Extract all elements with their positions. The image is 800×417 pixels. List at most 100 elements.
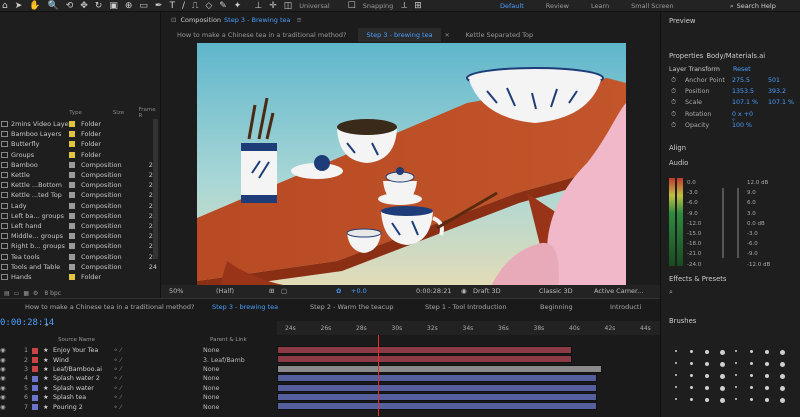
layer-transform-section[interactable]: Layer Transform (669, 66, 720, 73)
brush-tip[interactable] (690, 374, 693, 377)
layer-row[interactable]: ◉ 3 ★ Leaf/Bamboo.ai ⚬ ⁄ None (0, 365, 277, 374)
parent-link-header[interactable]: Parent & Link (210, 337, 247, 343)
project-item[interactable]: Tools and Table Composition 24 (0, 262, 161, 272)
project-item[interactable]: Left handComposition24 (0, 221, 161, 231)
layer-name[interactable]: Leaf/Bamboo.ai (53, 366, 113, 373)
exposure-value[interactable]: +0.0 (351, 287, 367, 295)
brush-tip[interactable] (675, 398, 677, 400)
label-color-swatch[interactable] (69, 192, 75, 199)
label-color-swatch[interactable] (69, 202, 75, 209)
property-value-1[interactable]: 107.1 % (732, 99, 758, 109)
timeline-tab-intro[interactable]: Introducti (610, 303, 641, 311)
parent-dropdown[interactable]: None (203, 394, 253, 401)
project-item[interactable]: Kettle ...BottomComposition24 (0, 180, 161, 190)
timeline-tab-step3[interactable]: Step 3 - brewing tea (212, 303, 278, 311)
layer-switches[interactable]: ⚬ ⁄ (113, 394, 143, 401)
layer-label-color[interactable] (32, 375, 38, 382)
new-folder-icon[interactable]: ▭ (14, 290, 20, 297)
label-color-swatch[interactable] (69, 151, 75, 158)
draft-3d-toggle[interactable]: Draft 3D (473, 287, 501, 295)
brush-tip[interactable] (780, 398, 785, 403)
brush-tip[interactable] (675, 350, 677, 352)
column-type[interactable]: Type (69, 110, 113, 116)
snap-icon[interactable]: ⟂ (401, 0, 407, 12)
layer-duration-bar[interactable] (277, 383, 597, 392)
project-item[interactable]: Right b... groupsComposition24 (0, 241, 161, 251)
parent-dropdown[interactable]: None (203, 366, 253, 373)
tab-chinese-tea[interactable]: How to make a Chinese tea in a tradition… (169, 28, 354, 42)
select-tool-icon[interactable]: ➤ (15, 0, 23, 12)
tab-step3-brewing[interactable]: Step 3 - brewing tea (358, 28, 441, 42)
layer-duration-bar[interactable] (277, 364, 602, 373)
brush-tip[interactable] (735, 374, 737, 376)
close-tab-icon[interactable]: ✕ (445, 32, 450, 39)
audio-panel-title[interactable]: Audio (669, 159, 688, 167)
project-item[interactable]: Groups Folder (0, 150, 161, 160)
type-tool-icon[interactable]: T (169, 0, 175, 12)
layer-row[interactable]: ◉ 6 ★ Splash tea ⚬ ⁄ None (0, 393, 277, 402)
parent-dropdown[interactable]: None (203, 375, 253, 382)
brush-tip[interactable] (780, 350, 785, 355)
layer-name[interactable]: Enjoy Your Tea (53, 347, 113, 354)
property-value-1[interactable]: 0 x +0 ° (732, 111, 758, 125)
timeline-tab-chinese-tea[interactable]: How to make a Chinese tea in a tradition… (25, 303, 194, 311)
layer-duration-bar[interactable] (277, 402, 597, 411)
timeline-tab-step2[interactable]: Step 2 - Warm the teacup (310, 303, 394, 311)
stopwatch-icon[interactable]: ⏱ (671, 99, 685, 109)
search-help-field[interactable]: ⌕ Search Help (730, 2, 798, 11)
active-camera-dropdown[interactable]: Active Camer... (594, 287, 643, 295)
stopwatch-icon[interactable]: ⏱ (671, 111, 685, 121)
visibility-eye-icon[interactable]: ◉ (0, 357, 14, 364)
layer-label-color[interactable] (32, 357, 38, 364)
preview-panel-title[interactable]: Preview (669, 17, 695, 25)
rectangle-tool-icon[interactable]: ▭ (139, 0, 148, 12)
layer-row[interactable]: ◉ 5 ★ Splash water ⚬ ⁄ None (0, 384, 277, 393)
label-color-swatch[interactable] (69, 172, 75, 179)
reset-button[interactable]: Reset (733, 66, 751, 73)
brush-tip[interactable] (690, 362, 693, 365)
interpret-footage-icon[interactable]: ▤ (4, 290, 10, 297)
layer-switches[interactable]: ⚬ ⁄ (113, 404, 143, 411)
brush-tip[interactable] (675, 362, 677, 364)
brush-tip[interactable] (720, 362, 725, 367)
brush-tip[interactable] (750, 374, 753, 377)
property-value-2[interactable]: 501 (768, 77, 794, 87)
rotate-tool-icon[interactable]: ↻ (95, 0, 103, 12)
pan-behind-tool-icon[interactable]: ⊕ (125, 0, 133, 12)
properties-panel-title[interactable]: Properties (669, 52, 703, 60)
label-color-swatch[interactable] (69, 222, 75, 229)
visibility-eye-icon[interactable]: ◉ (0, 404, 14, 411)
new-composition-icon[interactable]: ▦ (23, 290, 29, 297)
project-item[interactable]: 2mins Video Layers Folder (0, 119, 161, 129)
brush-tip[interactable] (675, 386, 677, 388)
property-value-2[interactable] (768, 122, 794, 132)
grid-toggle-icon[interactable]: ⊞ (269, 287, 274, 295)
label-color-swatch[interactable] (69, 243, 75, 250)
label-color-swatch[interactable] (69, 273, 75, 280)
world-axis-icon[interactable]: ✛ (269, 0, 277, 12)
brush-tip[interactable] (720, 374, 725, 379)
parent-dropdown[interactable]: None (203, 404, 253, 411)
brush-tip[interactable] (705, 398, 709, 402)
audio-slider-left[interactable] (722, 188, 724, 258)
current-time-display[interactable]: 0:00:28:21 (416, 287, 452, 295)
brush-tip[interactable] (750, 386, 753, 389)
bit-depth-label[interactable]: 8 bpc (44, 290, 61, 297)
brush-presets-grid[interactable] (667, 322, 797, 417)
orbit-tool-icon[interactable]: ⟲ (66, 0, 74, 12)
camera-tool-icon[interactable]: ▣ (109, 0, 118, 12)
clone-stamp-tool-icon[interactable]: ⎍ (192, 0, 198, 12)
property-value-2[interactable] (768, 111, 794, 121)
channel-icon[interactable]: ✿ (336, 287, 341, 295)
grid-icon[interactable]: ⊞ (414, 0, 422, 12)
layer-duration-bar[interactable] (277, 392, 597, 401)
brush-tip[interactable] (705, 374, 709, 378)
workspace-review[interactable]: Review (546, 0, 569, 12)
workspace-default[interactable]: Default (500, 0, 524, 12)
stopwatch-icon[interactable]: ⏱ (671, 88, 685, 98)
brush-tip[interactable] (720, 386, 725, 391)
timeline-search-icon[interactable]: ⌕ (45, 321, 49, 330)
project-item[interactable]: Bamboo Layers Folder (0, 129, 161, 139)
project-item[interactable]: Middle... groupsComposition24 (0, 231, 161, 241)
panel-menu-icon[interactable]: ≡ (296, 16, 301, 24)
